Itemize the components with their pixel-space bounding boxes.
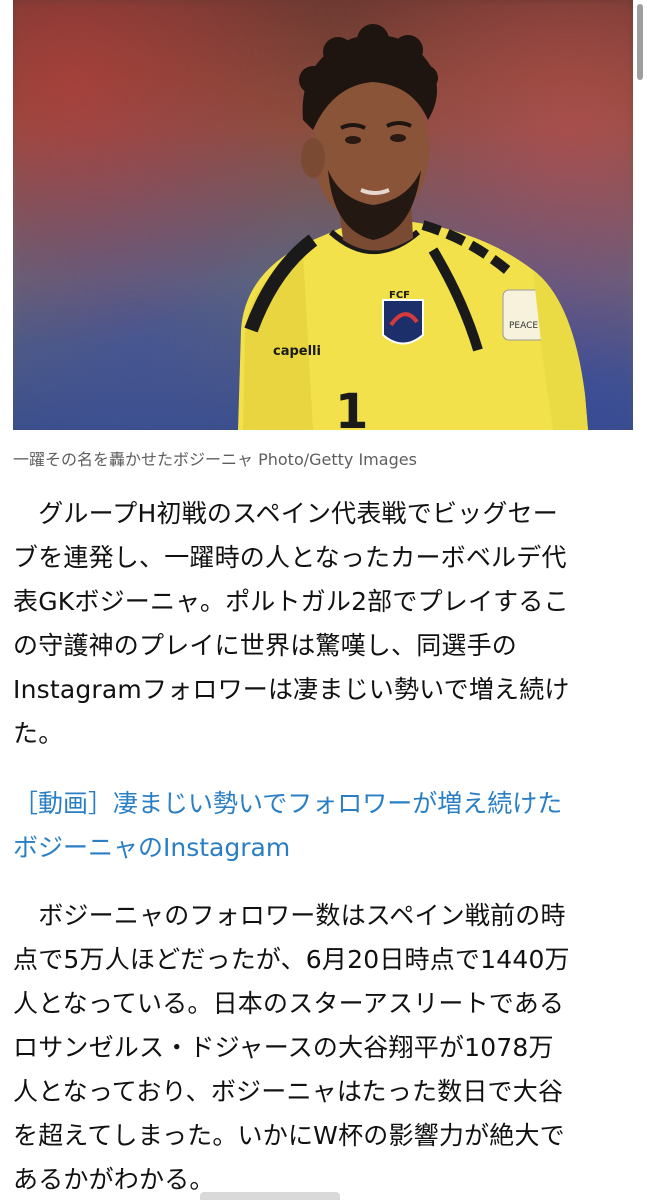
sponsor-text: capelli <box>273 344 321 359</box>
patch-text: PEACE <box>509 321 538 331</box>
article-paragraph-2: ボジーニャのフォロワー数はスペイン戦前の時 点で5万人ほどだったが、6月20日時… <box>13 894 633 1202</box>
paragraph-line: 人となっている。日本のスターアスリートである <box>13 989 565 1018</box>
shirt-number: 1 <box>335 384 368 430</box>
paragraph-line: ボジーニャのフォロワー数はスペイン戦前の時 <box>13 901 566 930</box>
paragraph-line: 点で5万人ほどだったが、6月20日時点で1440万 <box>13 945 570 974</box>
crest-text: FCF <box>389 290 410 301</box>
bottom-handle <box>200 1192 340 1200</box>
paragraph-line: グループH初戦のスペイン代表戦でビッグセー <box>13 499 558 528</box>
article: FCF capelli PEACE 1 一躍その名を轟かせたボジーニャ Phot… <box>0 0 647 1200</box>
video-link-line[interactable]: ボジーニャのInstagram <box>13 826 633 870</box>
paragraph-line: ブを連発し、一躍時の人となったカーボベルデ代 <box>13 543 567 572</box>
paragraph-line: 表GKボジーニャ。ポルトガル2部でプレイするこ <box>13 587 569 616</box>
player-illustration: FCF capelli PEACE 1 <box>238 24 588 430</box>
paragraph-line: た。 <box>13 719 64 748</box>
article-paragraph-1: グループH初戦のスペイン代表戦でビッグセー ブを連発し、一躍時の人となったカーボ… <box>13 492 633 756</box>
paragraph-line: 人となっており、ボジーニャはたった数日で大谷 <box>13 1077 564 1106</box>
paragraph-line: Instagramフォロワーは凄まじい勢いで増え続け <box>13 675 570 704</box>
paragraph-line: を超えてしまった。いかにW杯の影響力が絶大で <box>13 1121 565 1150</box>
video-link[interactable]: ［動画］凄まじい勢いでフォロワーが増え続けた ボジーニャのInstagram <box>13 782 633 870</box>
paragraph-line: ロサンゼルス・ドジャースの大谷翔平が1078万 <box>13 1033 554 1062</box>
photo-caption: 一躍その名を轟かせたボジーニャ Photo/Getty Images <box>13 450 417 469</box>
player-photo[interactable]: FCF capelli PEACE 1 <box>13 0 633 430</box>
scrollbar[interactable] <box>637 4 643 80</box>
paragraph-line: の守護神のプレイに世界は驚嘆し、同選手の <box>13 631 518 660</box>
video-link-line[interactable]: ［動画］凄まじい勢いでフォロワーが増え続けた <box>13 782 633 826</box>
